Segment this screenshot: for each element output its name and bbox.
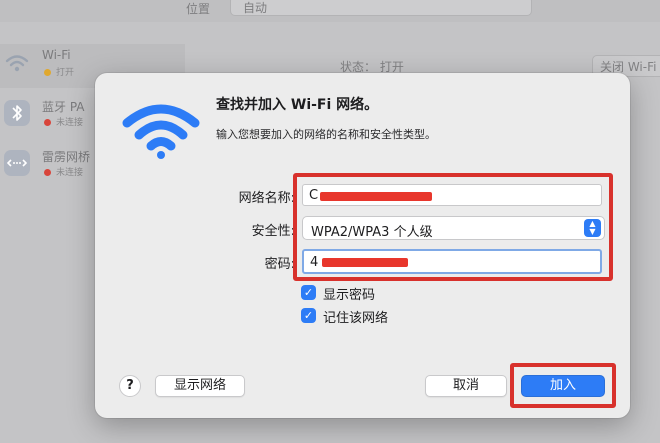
join-wifi-dialog: 查找并加入 Wi-Fi 网络。 输入您想要加入的网络的名称和安全性类型。 网络名… bbox=[95, 73, 630, 418]
status-dot bbox=[44, 169, 51, 176]
status-dot bbox=[44, 119, 51, 126]
location-label: 位置 bbox=[186, 2, 211, 16]
annotation-highlight-fields bbox=[293, 173, 613, 281]
location-select[interactable] bbox=[230, 0, 532, 16]
status-dot bbox=[44, 69, 51, 76]
wifi-icon bbox=[4, 50, 30, 76]
show-password-label: 显示密码 bbox=[323, 288, 376, 303]
password-label: 密码: bbox=[264, 257, 295, 272]
remember-network-label: 记住该网络 bbox=[323, 311, 389, 326]
sidebar-item-name: Wi-Fi bbox=[42, 48, 71, 62]
checkmark-icon: ✓ bbox=[301, 308, 316, 323]
sidebar-item-status: 打开 bbox=[56, 68, 75, 78]
thunderbolt-bridge-icon bbox=[4, 150, 30, 176]
wifi-icon bbox=[122, 104, 200, 159]
dialog-subtitle: 输入您想要加入的网络的名称和安全性类型。 bbox=[216, 128, 436, 141]
bluetooth-icon bbox=[4, 100, 30, 126]
sidebar-item-status: 未连接 bbox=[56, 168, 84, 178]
location-value: 自动 bbox=[243, 1, 268, 15]
sidebar-item-status: 未连接 bbox=[56, 118, 84, 128]
sidebar-item-name: 雷雳网桥 bbox=[42, 150, 91, 164]
show-networks-button[interactable]: 显示网络 bbox=[155, 375, 245, 397]
sidebar-item-name: 蓝牙 PA bbox=[42, 100, 85, 114]
security-label: 安全性: bbox=[251, 224, 295, 239]
dialog-title: 查找并加入 Wi-Fi 网络。 bbox=[216, 97, 379, 113]
network-name-label: 网络名称: bbox=[238, 191, 295, 206]
annotation-highlight-join bbox=[510, 363, 616, 408]
cancel-button[interactable]: 取消 bbox=[425, 375, 507, 397]
checkmark-icon: ✓ bbox=[301, 285, 316, 300]
help-button[interactable]: ? bbox=[119, 375, 141, 397]
